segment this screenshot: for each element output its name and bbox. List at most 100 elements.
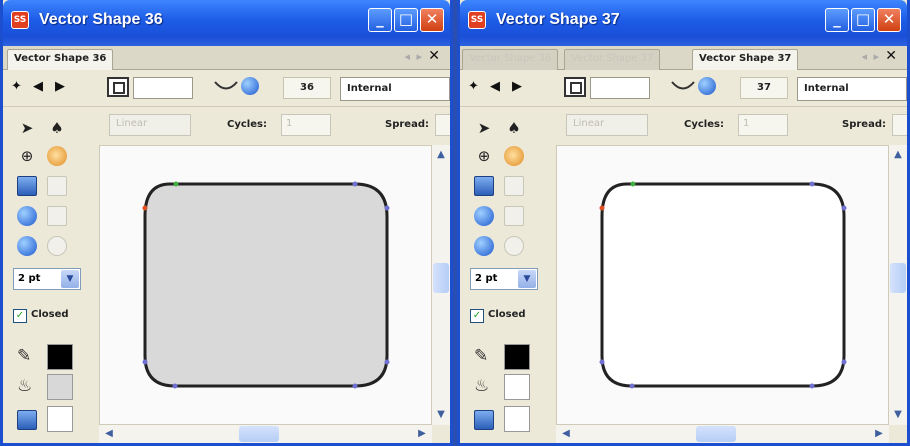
vector-shape[interactable] — [557, 146, 889, 425]
vertical-scroll-thumb[interactable] — [433, 263, 449, 293]
tab-vector-shape-37[interactable]: Vector Shape 37 — [692, 49, 799, 70]
pencil-icon[interactable]: ✎ — [17, 346, 31, 366]
rectangle-outline-icon[interactable] — [504, 176, 524, 196]
node-point[interactable] — [809, 181, 815, 187]
chevron-down-icon[interactable]: ▼ — [518, 270, 536, 288]
node-point[interactable] — [384, 205, 390, 211]
gear-icon[interactable] — [47, 146, 67, 166]
stroke-square-icon[interactable] — [564, 77, 586, 97]
gradient-type-select[interactable]: Linear — [566, 114, 648, 136]
horizontal-scroll-thumb[interactable] — [696, 426, 736, 442]
tab-vector-shape-36[interactable]: Vector Shape 36 — [7, 49, 114, 70]
node-point[interactable] — [352, 383, 358, 389]
scroll-up-icon[interactable]: ▲ — [433, 147, 449, 163]
join-mode-select[interactable]: Internal — [797, 77, 907, 101]
drawing-canvas[interactable] — [99, 145, 432, 425]
fill-bucket-icon[interactable]: ♨ — [17, 376, 32, 396]
title-bar[interactable]: SS Vector Shape 37 _ □ ✕ — [460, 0, 907, 46]
closed-checkbox[interactable]: ✓ — [13, 309, 27, 323]
globe-icon[interactable] — [698, 77, 716, 95]
chevron-down-icon[interactable]: ▼ — [61, 270, 79, 288]
gear-icon[interactable] — [504, 146, 524, 166]
sphere-icon[interactable] — [17, 236, 37, 256]
node-point[interactable] — [841, 359, 847, 365]
move-handle-icon[interactable]: ✦ — [468, 79, 479, 94]
node-point[interactable] — [172, 383, 178, 389]
scroll-left-icon[interactable]: ◀ — [558, 426, 574, 442]
rectangle-outline-icon[interactable] — [47, 176, 67, 196]
scroll-right-icon[interactable]: ▶ — [871, 426, 887, 442]
move-handle-icon[interactable]: ✦ — [11, 79, 22, 94]
rounded-rectangle-shape[interactable] — [600, 182, 846, 388]
cycles-field[interactable]: 1 — [738, 114, 788, 136]
curve-icon[interactable] — [213, 79, 239, 93]
node-point[interactable] — [142, 205, 148, 211]
tab-scroll-right-icon[interactable]: ▸ — [873, 50, 879, 63]
pen-size-field[interactable]: 36 — [283, 77, 331, 99]
rounded-rect-outline-icon[interactable] — [504, 206, 524, 226]
stroke-width-select[interactable]: 2 pt ▼ — [13, 268, 81, 290]
arrow-pointer-icon[interactable]: ➤ — [17, 118, 37, 138]
node-point[interactable] — [809, 383, 815, 389]
polygon-outline-icon[interactable] — [47, 236, 67, 256]
horizontal-scrollbar[interactable]: ◀ ▶ — [556, 425, 889, 443]
vertical-scroll-thumb[interactable] — [890, 263, 906, 293]
fill-color-swatch[interactable] — [47, 374, 73, 400]
globe-tool-icon[interactable]: ⊕ — [17, 146, 37, 166]
stroke-width-select[interactable]: 2 pt ▼ — [470, 268, 538, 290]
join-mode-select[interactable]: Internal — [340, 77, 450, 101]
globe-tool-icon[interactable]: ⊕ — [474, 146, 494, 166]
tab-close-icon[interactable]: ✕ — [428, 48, 440, 64]
arrow-pointer-icon[interactable]: ➤ — [474, 118, 494, 138]
node-point[interactable] — [599, 359, 605, 365]
pencil-icon[interactable]: ✎ — [474, 346, 488, 366]
close-button[interactable]: ✕ — [877, 8, 901, 32]
ellipse-icon[interactable] — [474, 206, 494, 226]
tab-scroll-left-icon[interactable]: ◂ — [861, 50, 867, 63]
curve-icon[interactable] — [670, 79, 696, 93]
vertical-scrollbar[interactable]: ▲ ▼ — [432, 145, 450, 425]
rounded-rectangle-shape[interactable] — [143, 182, 389, 388]
tab-close-icon[interactable]: ✕ — [885, 48, 897, 64]
globe-icon[interactable] — [241, 77, 259, 95]
sphere-icon[interactable] — [474, 236, 494, 256]
spread-field[interactable] — [435, 114, 450, 136]
background-color-swatch[interactable] — [504, 406, 530, 432]
node-point[interactable] — [629, 383, 635, 389]
node-point[interactable] — [352, 181, 358, 187]
node-point[interactable] — [599, 205, 605, 211]
vertical-scrollbar[interactable]: ▲ ▼ — [889, 145, 907, 425]
stroke-color-swatch[interactable] — [47, 344, 73, 370]
tab-vector-shape-36[interactable]: Vector Shape 36 — [462, 49, 559, 70]
node-point[interactable] — [630, 181, 636, 187]
scroll-up-icon[interactable]: ▲ — [890, 147, 906, 163]
spread-field[interactable] — [892, 114, 907, 136]
previous-arrow-icon[interactable]: ◀ — [490, 79, 500, 94]
scroll-down-icon[interactable]: ▼ — [890, 407, 906, 423]
polygon-outline-icon[interactable] — [504, 236, 524, 256]
preview-icon[interactable] — [17, 410, 37, 430]
drawing-canvas[interactable] — [556, 145, 889, 425]
scroll-right-icon[interactable]: ▶ — [414, 426, 430, 442]
maximize-button[interactable]: □ — [851, 8, 875, 32]
tab-vector-shape-37-ghost[interactable]: Vector Shape 37 — [564, 49, 661, 70]
maximize-button[interactable]: □ — [394, 8, 418, 32]
node-point[interactable] — [841, 205, 847, 211]
preview-icon[interactable] — [474, 410, 494, 430]
node-point[interactable] — [142, 359, 148, 365]
cycles-field[interactable]: 1 — [281, 114, 331, 136]
next-arrow-icon[interactable]: ▶ — [55, 79, 65, 94]
position-field[interactable] — [590, 77, 650, 99]
closed-checkbox[interactable]: ✓ — [470, 309, 484, 323]
background-color-swatch[interactable] — [47, 406, 73, 432]
fill-bucket-icon[interactable]: ♨ — [474, 376, 489, 396]
node-point[interactable] — [173, 181, 179, 187]
node-point[interactable] — [384, 359, 390, 365]
vector-shape[interactable] — [100, 146, 432, 425]
stroke-square-icon[interactable] — [107, 77, 129, 97]
tab-scroll-right-icon[interactable]: ▸ — [416, 50, 422, 63]
pen-nib-icon[interactable]: ♠ — [47, 118, 67, 138]
minimize-button[interactable]: _ — [825, 8, 849, 32]
tab-scroll-left-icon[interactable]: ◂ — [404, 50, 410, 63]
minimize-button[interactable]: _ — [368, 8, 392, 32]
